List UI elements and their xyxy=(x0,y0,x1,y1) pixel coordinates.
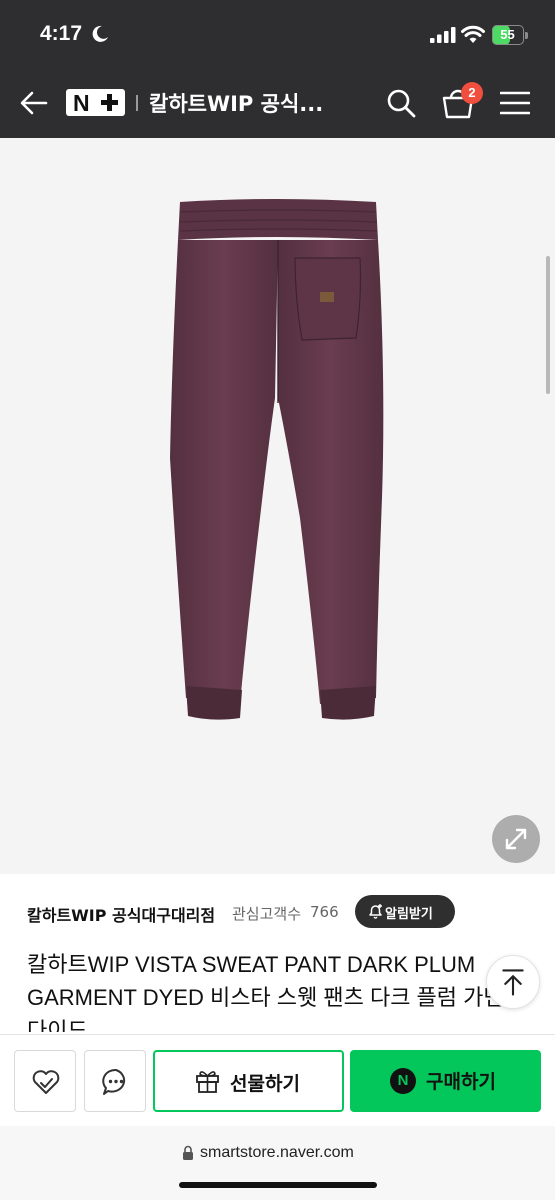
nplus-logo-letter: N xyxy=(73,90,90,116)
scrollbar[interactable] xyxy=(546,256,550,394)
home-indicator[interactable] xyxy=(179,1182,377,1188)
npay-icon: N xyxy=(390,1068,416,1094)
cart-count-badge: 2 xyxy=(461,82,483,104)
talktalk-chat-button[interactable] xyxy=(84,1050,146,1112)
product-title: 칼하트WIP VISTA SWEAT PANT DARK PLUM GARMEN… xyxy=(27,952,524,1032)
buy-button-label: 구매하기 xyxy=(426,1071,496,1093)
scroll-to-top-button[interactable] xyxy=(486,955,540,1009)
subscribe-alert-button[interactable]: 알림받기 xyxy=(355,895,455,928)
heart-check-icon xyxy=(32,1070,60,1094)
expand-arrows-icon xyxy=(505,828,527,850)
battery-icon: 55 xyxy=(492,25,528,45)
moon-icon xyxy=(92,25,108,42)
wifi-icon xyxy=(461,25,485,43)
product-photo xyxy=(170,199,384,720)
page-title[interactable]: 칼하트WIP 공식... xyxy=(149,88,323,118)
gift-button-label: 선물하기 xyxy=(230,1073,300,1095)
search-icon[interactable] xyxy=(386,88,416,118)
buy-button[interactable]: N 구매하기 xyxy=(350,1050,541,1112)
expand-image-button[interactable] xyxy=(492,815,540,863)
store-name[interactable]: 칼하트WIP 공식대구대리점 xyxy=(27,902,215,926)
followers-label: 관심고객수 xyxy=(232,905,302,923)
url-display[interactable]: smartstore.naver.com xyxy=(200,1144,354,1162)
header-divider xyxy=(136,95,138,111)
nplus-logo[interactable]: N xyxy=(66,89,125,116)
gift-icon xyxy=(196,1071,219,1093)
store-info-row: 칼하트WIP 공식대구대리점 관심고객수 766 알림받기 xyxy=(0,874,555,944)
chat-bubble-icon xyxy=(102,1068,126,1095)
browser-address-bar: smartstore.naver.com xyxy=(0,1126,555,1200)
hamburger-menu-icon[interactable] xyxy=(500,90,530,116)
gift-button[interactable]: 선물하기 xyxy=(153,1050,344,1112)
lock-icon xyxy=(183,1145,193,1160)
status-time: 4:17 xyxy=(40,22,83,45)
store-header: N 칼하트WIP 공식... 2 xyxy=(0,66,555,138)
bell-plus-icon xyxy=(369,904,382,919)
followers-count: 766 xyxy=(310,903,339,921)
battery-nub xyxy=(525,32,528,39)
subscribe-alert-label: 알림받기 xyxy=(385,907,433,922)
arrow-up-icon xyxy=(502,969,524,996)
plus-icon xyxy=(101,94,118,111)
back-arrow-icon[interactable] xyxy=(18,88,50,118)
wishlist-button[interactable] xyxy=(14,1050,76,1112)
product-image[interactable] xyxy=(0,138,555,874)
battery-percent: 55 xyxy=(500,27,515,42)
purchase-action-bar: 선물하기 N 구매하기 xyxy=(0,1034,555,1126)
status-bar: 4:17 55 xyxy=(0,0,555,66)
signal-icon xyxy=(430,27,456,43)
